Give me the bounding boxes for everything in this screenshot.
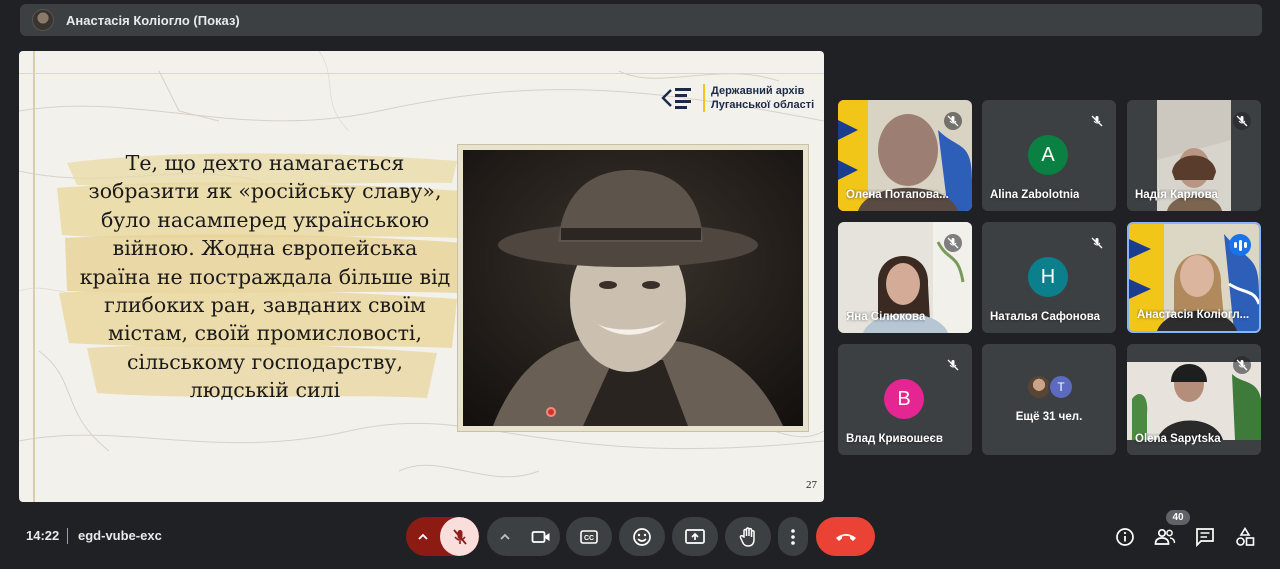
- raise-hand-icon: [739, 526, 755, 547]
- quote-line: зобразити як «російську славу»,: [88, 179, 442, 204]
- svg-text:CC: CC: [584, 535, 594, 542]
- mic-off-icon: [452, 528, 467, 545]
- mic-off-icon: [944, 356, 962, 374]
- presenter-banner: Анастасія Коліогло (Показ): [20, 4, 1262, 36]
- meeting-code[interactable]: egd-vube-exc: [78, 528, 162, 543]
- photo-frame: [457, 144, 809, 432]
- laser-pointer: [546, 407, 556, 417]
- chat-button[interactable]: [1192, 524, 1218, 550]
- slide-border: [19, 73, 824, 74]
- emoji-icon: [633, 527, 651, 546]
- more-options-button[interactable]: [778, 517, 808, 556]
- speaking-indicator-icon: [1229, 234, 1251, 256]
- participant-name: Яна Сілюкова: [846, 311, 926, 323]
- portrait-photo: [463, 150, 803, 426]
- participant-avatar: В: [884, 379, 924, 419]
- people-button[interactable]: [1152, 524, 1178, 550]
- mic-off-icon: [1233, 112, 1251, 130]
- participant-tile[interactable]: Олена Потапова...: [838, 100, 972, 211]
- quote-line: війною. Жодна європейська: [112, 236, 418, 261]
- activities-button[interactable]: [1232, 524, 1258, 550]
- more-participants-label: Ещё 31 чел.: [1015, 411, 1083, 423]
- meeting-details-button[interactable]: [1112, 524, 1138, 550]
- more-participants-tile[interactable]: T Ещё 31 чел.: [982, 344, 1116, 455]
- captions-icon: CC: [580, 529, 598, 544]
- microphone-control: [406, 517, 479, 556]
- archive-name-line1: Державний архів: [711, 85, 805, 97]
- participant-tile-active[interactable]: Анастасія Коліогл...: [1127, 222, 1261, 333]
- avatar: T: [1048, 374, 1074, 400]
- chevron-up-icon[interactable]: [406, 517, 440, 556]
- participant-tile[interactable]: Olena Sapytska: [1127, 344, 1261, 455]
- participant-name: Alina Zabolotnia: [990, 189, 1080, 201]
- present-screen-icon: [685, 528, 705, 544]
- participant-count-badge: 40: [1166, 510, 1190, 525]
- emoji-reactions-button[interactable]: [619, 517, 665, 556]
- participant-tile[interactable]: Яна Сілюкова: [838, 222, 972, 333]
- archive-logo-icon: [661, 88, 691, 109]
- quote-line: містам, своїй промисловості,: [108, 321, 422, 346]
- participant-name: Анастасія Коліогл...: [1137, 309, 1250, 321]
- divider: [67, 528, 68, 544]
- quote-line: було насамперед українською: [100, 207, 430, 232]
- mic-off-icon: [1233, 356, 1251, 374]
- people-icon: [1154, 528, 1176, 545]
- camera-toggle-button[interactable]: [521, 517, 560, 556]
- slide-border: [33, 51, 35, 502]
- more-participants-avatars: T: [1026, 374, 1074, 400]
- info-icon: [1116, 528, 1134, 546]
- participant-name: Olena Sapytska: [1135, 433, 1221, 445]
- activities-icon: [1236, 527, 1255, 546]
- quote-line: Те, що дехто намагається: [125, 151, 405, 175]
- camera-control: [487, 517, 560, 556]
- presenter-avatar: [32, 9, 54, 31]
- participant-name: Олена Потапова...: [846, 189, 949, 201]
- present-button[interactable]: [672, 517, 718, 556]
- participant-tile[interactable]: В Влад Кривошеєв: [838, 344, 972, 455]
- slide-quote: Те, що дехто намагається зобразити як «р…: [67, 149, 463, 405]
- raise-hand-button[interactable]: [725, 517, 771, 556]
- participant-name: Влад Кривошеєв: [846, 433, 943, 445]
- participant-avatar: A: [1028, 135, 1068, 175]
- presenter-title: Анастасія Коліогло (Показ): [66, 12, 240, 28]
- camera-icon: [531, 530, 549, 543]
- archive-name-line2: Луганської області: [711, 99, 815, 111]
- chat-icon: [1196, 528, 1214, 547]
- participant-name: Надія Карлова: [1135, 189, 1218, 201]
- mic-toggle-button[interactable]: [440, 517, 479, 556]
- shared-slide: Державний архів Луганської області Те, щ…: [19, 51, 824, 502]
- quote-line: людській силі: [189, 378, 341, 403]
- mic-off-icon: [1088, 234, 1106, 252]
- chevron-up-icon[interactable]: [491, 517, 519, 556]
- leave-call-button[interactable]: [816, 517, 875, 556]
- end-call-icon: [835, 533, 856, 541]
- mic-off-icon: [1088, 112, 1106, 130]
- participant-avatar: Н: [1028, 257, 1068, 297]
- participant-tile[interactable]: Надія Карлова: [1127, 100, 1261, 211]
- captions-button[interactable]: CC: [566, 517, 612, 556]
- mic-off-icon: [944, 234, 962, 252]
- more-vert-icon: [791, 528, 795, 545]
- archive-logo: Державний архів Луганської області: [659, 81, 814, 115]
- quote-line: глибоких ран, завданих своїм: [104, 293, 426, 318]
- quote-line: сільському господарству,: [126, 349, 404, 374]
- participant-tile[interactable]: A Alina Zabolotnia: [982, 100, 1116, 211]
- participant-tile[interactable]: Н Наталья Сафонова: [982, 222, 1116, 333]
- mic-off-icon: [944, 112, 962, 130]
- quote-line: країна не постраждала більше від: [79, 264, 451, 289]
- slide-page-number: 27: [806, 479, 817, 491]
- participant-name: Наталья Сафонова: [990, 311, 1101, 323]
- meeting-clock: 14:22: [26, 528, 60, 543]
- archive-name: Державний архів Луганської області: [703, 84, 814, 112]
